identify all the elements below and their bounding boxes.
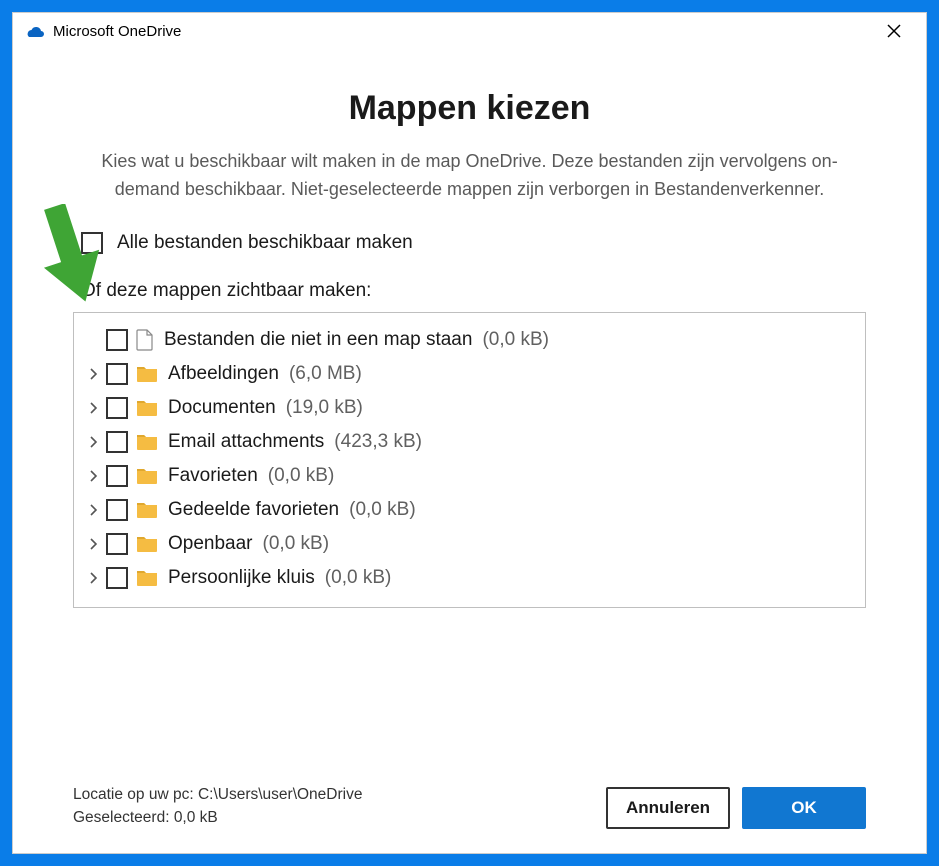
folder-icon xyxy=(136,399,158,417)
ok-button[interactable]: OK xyxy=(742,787,866,829)
chevron-right-icon[interactable] xyxy=(84,368,102,380)
folder-list: Bestanden die niet in een map staan (0,0 … xyxy=(73,312,866,608)
folder-checkbox[interactable] xyxy=(106,329,128,351)
folder-name: Afbeeldingen xyxy=(168,363,279,385)
close-button[interactable] xyxy=(874,16,914,46)
folder-name: Gedeelde favorieten xyxy=(168,499,339,521)
location-label: Locatie op uw pc: xyxy=(73,786,198,803)
selected-label: Geselecteerd: xyxy=(73,809,174,826)
make-all-available-label: Alle bestanden beschikbaar maken xyxy=(117,232,413,254)
footer-buttons: Annuleren OK xyxy=(606,787,866,829)
folder-checkbox[interactable] xyxy=(106,465,128,487)
folder-size: (6,0 MB) xyxy=(289,363,362,385)
folder-icon xyxy=(136,535,158,553)
dialog-content: Mappen kiezen Kies wat u beschikbaar wil… xyxy=(13,49,926,783)
folder-icon xyxy=(136,501,158,519)
file-icon xyxy=(136,329,154,351)
folder-name: Favorieten xyxy=(168,465,258,487)
folder-row: Afbeeldingen (6,0 MB) xyxy=(80,357,859,391)
folder-name: Openbaar xyxy=(168,533,253,555)
chevron-right-icon[interactable] xyxy=(84,470,102,482)
master-checkbox-row: Alle bestanden beschikbaar maken xyxy=(81,232,866,254)
folder-size: (0,0 kB) xyxy=(349,499,416,521)
folder-size: (0,0 kB) xyxy=(268,465,335,487)
page-description: Kies wat u beschikbaar wilt maken in de … xyxy=(73,148,866,204)
onedrive-choose-folders-dialog: Microsoft OneDrive Mappen kiezen Kies wa… xyxy=(12,12,927,854)
folder-name: Persoonlijke kluis xyxy=(168,567,315,589)
folder-size: (19,0 kB) xyxy=(286,397,363,419)
folder-checkbox[interactable] xyxy=(106,363,128,385)
folder-name: Bestanden die niet in een map staan xyxy=(164,329,472,351)
folder-row: Gedeelde favorieten (0,0 kB) xyxy=(80,493,859,527)
cancel-button[interactable]: Annuleren xyxy=(606,787,730,829)
chevron-right-icon[interactable] xyxy=(84,572,102,584)
folder-size: (423,3 kB) xyxy=(334,431,422,453)
folder-size: (0,0 kB) xyxy=(263,533,330,555)
folder-icon xyxy=(136,433,158,451)
selected-value: 0,0 kB xyxy=(174,809,218,826)
folder-name: Email attachments xyxy=(168,431,324,453)
folder-row: Openbaar (0,0 kB) xyxy=(80,527,859,561)
make-all-available-checkbox[interactable] xyxy=(81,232,103,254)
folder-icon xyxy=(136,467,158,485)
folder-size: (0,0 kB) xyxy=(325,567,392,589)
footer-info: Locatie op uw pc: C:\Users\user\OneDrive… xyxy=(73,783,362,830)
chevron-right-icon[interactable] xyxy=(84,436,102,448)
folder-name: Documenten xyxy=(168,397,276,419)
window-title: Microsoft OneDrive xyxy=(53,23,874,40)
titlebar: Microsoft OneDrive xyxy=(13,13,926,49)
folder-checkbox[interactable] xyxy=(106,397,128,419)
chevron-right-icon[interactable] xyxy=(84,402,102,414)
folder-row: Bestanden die niet in een map staan (0,0 … xyxy=(80,323,859,357)
folder-row: Documenten (19,0 kB) xyxy=(80,391,859,425)
dialog-footer: Locatie op uw pc: C:\Users\user\OneDrive… xyxy=(13,783,926,854)
page-title: Mappen kiezen xyxy=(73,89,866,128)
folder-checkbox[interactable] xyxy=(106,431,128,453)
folder-row: Favorieten (0,0 kB) xyxy=(80,459,859,493)
folder-row: Persoonlijke kluis (0,0 kB) xyxy=(80,561,859,595)
folder-checkbox[interactable] xyxy=(106,533,128,555)
onedrive-cloud-icon xyxy=(25,24,45,38)
folder-icon xyxy=(136,569,158,587)
folder-checkbox[interactable] xyxy=(106,499,128,521)
location-path: C:\Users\user\OneDrive xyxy=(198,786,363,803)
folder-checkbox[interactable] xyxy=(106,567,128,589)
folder-size: (0,0 kB) xyxy=(482,329,549,351)
folder-icon xyxy=(136,365,158,383)
chevron-right-icon[interactable] xyxy=(84,538,102,550)
folder-list-heading: Of deze mappen zichtbaar maken: xyxy=(81,280,866,302)
chevron-right-icon[interactable] xyxy=(84,504,102,516)
folder-row: Email attachments (423,3 kB) xyxy=(80,425,859,459)
